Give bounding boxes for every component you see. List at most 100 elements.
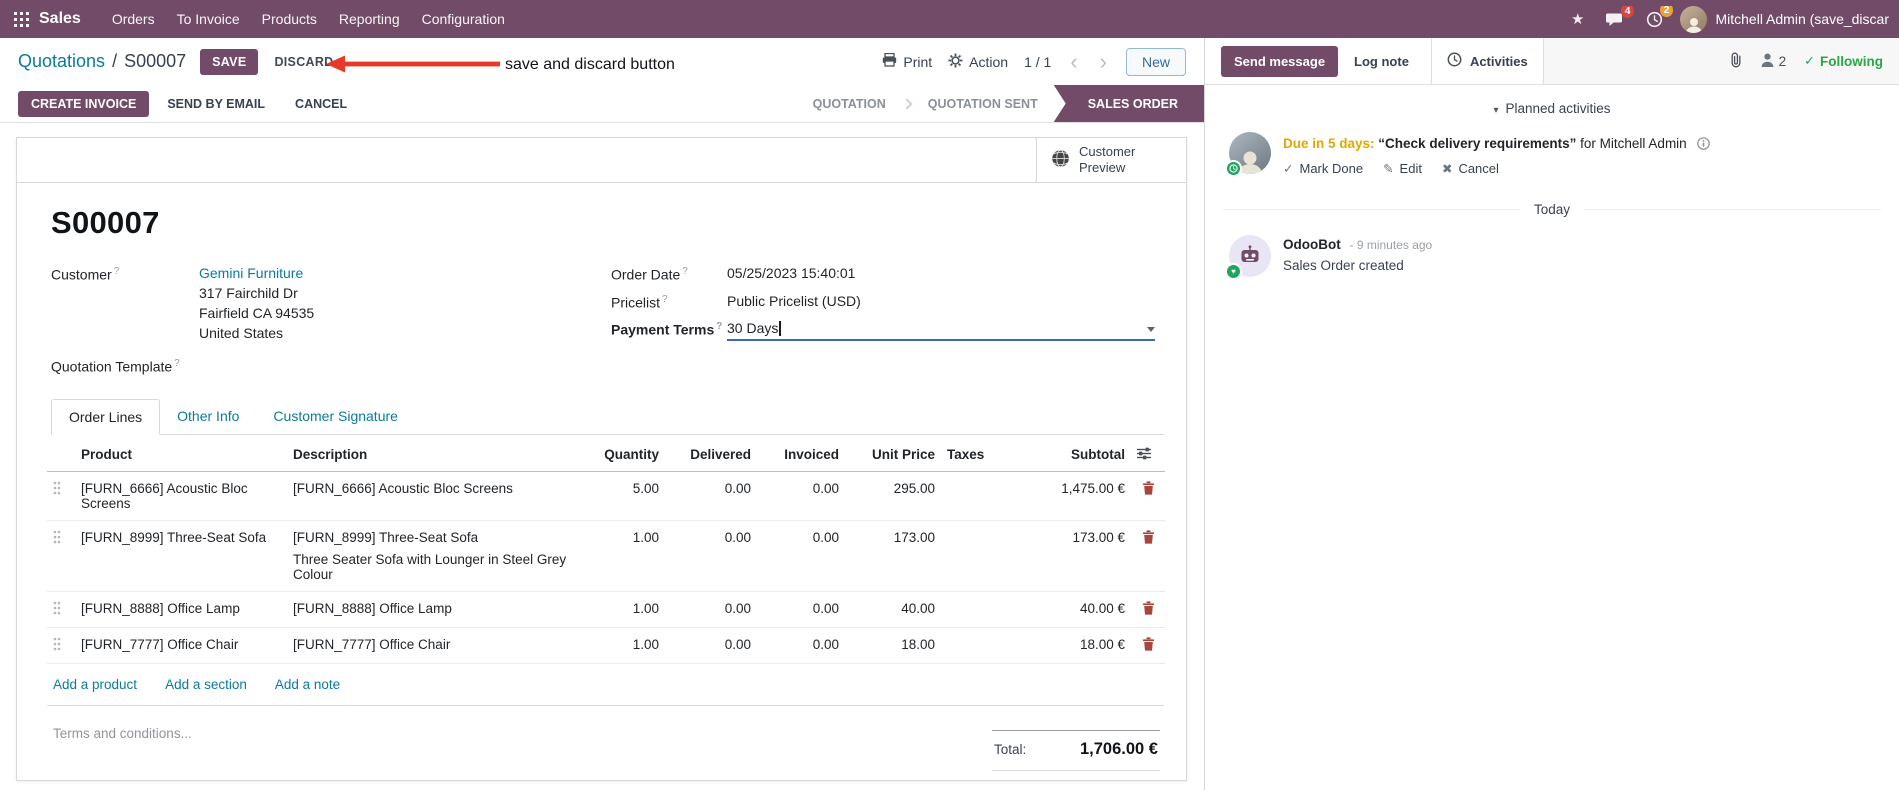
- cell-taxes[interactable]: [941, 471, 1017, 521]
- cell-unit-price[interactable]: 295.00: [845, 471, 941, 521]
- cancel-activity-button[interactable]: ✖ Cancel: [1442, 161, 1499, 176]
- order-line-row[interactable]: [FURN_8999] Three-Seat Sofa [FURN_8999] …: [47, 520, 1165, 592]
- add-a-note-link[interactable]: Add a note: [275, 677, 340, 692]
- cell-invoiced[interactable]: 0.00: [757, 591, 845, 628]
- cell-quantity[interactable]: 1.00: [587, 520, 665, 592]
- cell-invoiced[interactable]: 0.00: [757, 471, 845, 521]
- tab-customer-signature[interactable]: Customer Signature: [256, 399, 415, 435]
- menu-products[interactable]: Products: [251, 1, 328, 37]
- cell-quantity[interactable]: 1.00: [587, 627, 665, 664]
- send-by-email-button[interactable]: SEND BY EMAIL: [155, 91, 277, 117]
- tab-order-lines[interactable]: Order Lines: [51, 398, 161, 435]
- delete-line-button[interactable]: [1131, 471, 1165, 521]
- stage-quotation[interactable]: QUOTATION: [797, 85, 902, 122]
- check-icon: ✓: [1283, 162, 1294, 177]
- col-product-header: Product: [75, 436, 287, 472]
- action-button[interactable]: Action: [948, 53, 1008, 71]
- customer-link[interactable]: Gemini Furniture: [199, 265, 303, 281]
- cell-description[interactable]: [FURN_7777] Office Chair: [287, 627, 587, 664]
- menu-to-invoice[interactable]: To Invoice: [166, 1, 251, 37]
- cell-unit-price[interactable]: 40.00: [845, 591, 941, 628]
- print-label: Print: [903, 53, 933, 70]
- planned-activities-header[interactable]: ▾ Planned activities: [1223, 101, 1881, 116]
- send-message-button[interactable]: Send message: [1221, 45, 1339, 77]
- activities-tab[interactable]: Activities: [1430, 38, 1544, 84]
- menu-configuration[interactable]: Configuration: [411, 1, 516, 37]
- user-menu[interactable]: Mitchell Admin (save_discar: [1680, 5, 1889, 33]
- stage-sales-order[interactable]: SALES ORDER: [1053, 85, 1204, 122]
- create-invoice-button[interactable]: CREATE INVOICE: [18, 90, 150, 117]
- cell-description[interactable]: [FURN_8999] Three-Seat Sofa Three Seater …: [287, 520, 587, 592]
- mark-done-button[interactable]: ✓ Mark Done: [1283, 161, 1363, 176]
- drag-handle-icon[interactable]: [47, 520, 75, 592]
- dropdown-caret-icon[interactable]: [1147, 327, 1155, 333]
- app-name[interactable]: Sales: [39, 10, 81, 28]
- activity-clock-icon[interactable]: 2: [1641, 5, 1674, 30]
- discard-button[interactable]: DISCARD: [264, 49, 343, 75]
- cell-unit-price[interactable]: 18.00: [845, 627, 941, 664]
- attach-files-button[interactable]: [1729, 52, 1743, 71]
- cell-subtotal: 173.00 €: [1017, 520, 1131, 592]
- payment-terms-input[interactable]: 30 Days: [727, 320, 1155, 342]
- cancel-button[interactable]: CANCEL: [283, 91, 359, 117]
- log-note-button[interactable]: Log note: [1342, 46, 1421, 77]
- order-line-row[interactable]: [FURN_7777] Office Chair [FURN_7777] Off…: [47, 627, 1165, 664]
- pricelist-value[interactable]: Public Pricelist (USD): [727, 293, 861, 311]
- cell-unit-price[interactable]: 173.00: [845, 520, 941, 592]
- add-a-section-link[interactable]: Add a section: [165, 677, 247, 692]
- order-date-label: Order Date?: [611, 266, 688, 283]
- drag-handle-icon[interactable]: [47, 627, 75, 664]
- cell-description[interactable]: [FURN_6666] Acoustic Bloc Screens: [287, 471, 587, 521]
- terms-input[interactable]: Terms and conditions...: [53, 726, 192, 741]
- cell-taxes[interactable]: [941, 591, 1017, 628]
- customer-preview-button[interactable]: Customer Preview: [1036, 138, 1186, 182]
- order-line-row[interactable]: [FURN_8888] Office Lamp [FURN_8888] Offi…: [47, 591, 1165, 628]
- delete-line-button[interactable]: [1131, 627, 1165, 664]
- order-lines-table: Product Description Quantity Delivered I…: [47, 436, 1165, 664]
- pager-previous-button[interactable]: ‹: [1067, 50, 1080, 73]
- cell-delivered[interactable]: 0.00: [665, 471, 757, 521]
- new-button[interactable]: New: [1125, 47, 1186, 76]
- delete-line-button[interactable]: [1131, 520, 1165, 592]
- print-button[interactable]: Print: [882, 52, 933, 70]
- cell-product[interactable]: [FURN_7777] Office Chair: [75, 627, 287, 664]
- statusbar: CREATE INVOICE SEND BY EMAIL CANCEL QUOT…: [0, 85, 1204, 123]
- following-button[interactable]: ✓ Following: [1804, 53, 1883, 69]
- cell-taxes[interactable]: [941, 520, 1017, 592]
- cell-delivered[interactable]: 0.00: [665, 627, 757, 664]
- order-date-value[interactable]: 05/25/2023 15:40:01: [727, 265, 855, 283]
- message-author[interactable]: OdooBot: [1283, 237, 1341, 252]
- cell-quantity[interactable]: 1.00: [587, 591, 665, 628]
- followers-button[interactable]: 2: [1761, 53, 1786, 70]
- cell-delivered[interactable]: 0.00: [665, 520, 757, 592]
- pager-next-button[interactable]: ›: [1097, 50, 1110, 73]
- cell-subtotal: 40.00 €: [1017, 591, 1131, 628]
- cell-product[interactable]: [FURN_8888] Office Lamp: [75, 591, 287, 628]
- breadcrumb-quotations-link[interactable]: Quotations: [18, 51, 105, 72]
- stage-quotation-sent[interactable]: QUOTATION SENT: [912, 85, 1054, 122]
- tab-other-info[interactable]: Other Info: [160, 399, 256, 435]
- messages-icon[interactable]: 4: [1601, 5, 1635, 29]
- activity-info-icon[interactable]: [1697, 137, 1711, 150]
- star-icon[interactable]: ★: [1566, 10, 1589, 29]
- cell-description[interactable]: [FURN_8888] Office Lamp: [287, 591, 587, 628]
- add-a-product-link[interactable]: Add a product: [53, 677, 137, 692]
- delete-line-button[interactable]: [1131, 591, 1165, 628]
- cell-invoiced[interactable]: 0.00: [757, 627, 845, 664]
- order-line-row[interactable]: [FURN_6666] Acoustic Bloc Screens [FURN_…: [47, 471, 1165, 521]
- help-icon: ?: [662, 293, 668, 305]
- menu-orders[interactable]: Orders: [101, 1, 166, 37]
- cell-product[interactable]: [FURN_6666] Acoustic Bloc Screens: [75, 471, 287, 521]
- cell-quantity[interactable]: 5.00: [587, 471, 665, 521]
- drag-handle-icon[interactable]: [47, 471, 75, 521]
- menu-reporting[interactable]: Reporting: [328, 1, 411, 37]
- cell-delivered[interactable]: 0.00: [665, 591, 757, 628]
- edit-activity-button[interactable]: ✎ Edit: [1383, 161, 1422, 176]
- cell-invoiced[interactable]: 0.00: [757, 520, 845, 592]
- drag-handle-icon[interactable]: [47, 591, 75, 628]
- cell-taxes[interactable]: [941, 627, 1017, 664]
- optional-columns-icon[interactable]: [1131, 436, 1165, 472]
- save-button[interactable]: SAVE: [200, 48, 259, 75]
- cell-product[interactable]: [FURN_8999] Three-Seat Sofa: [75, 520, 287, 592]
- apps-grid-icon[interactable]: [14, 11, 29, 27]
